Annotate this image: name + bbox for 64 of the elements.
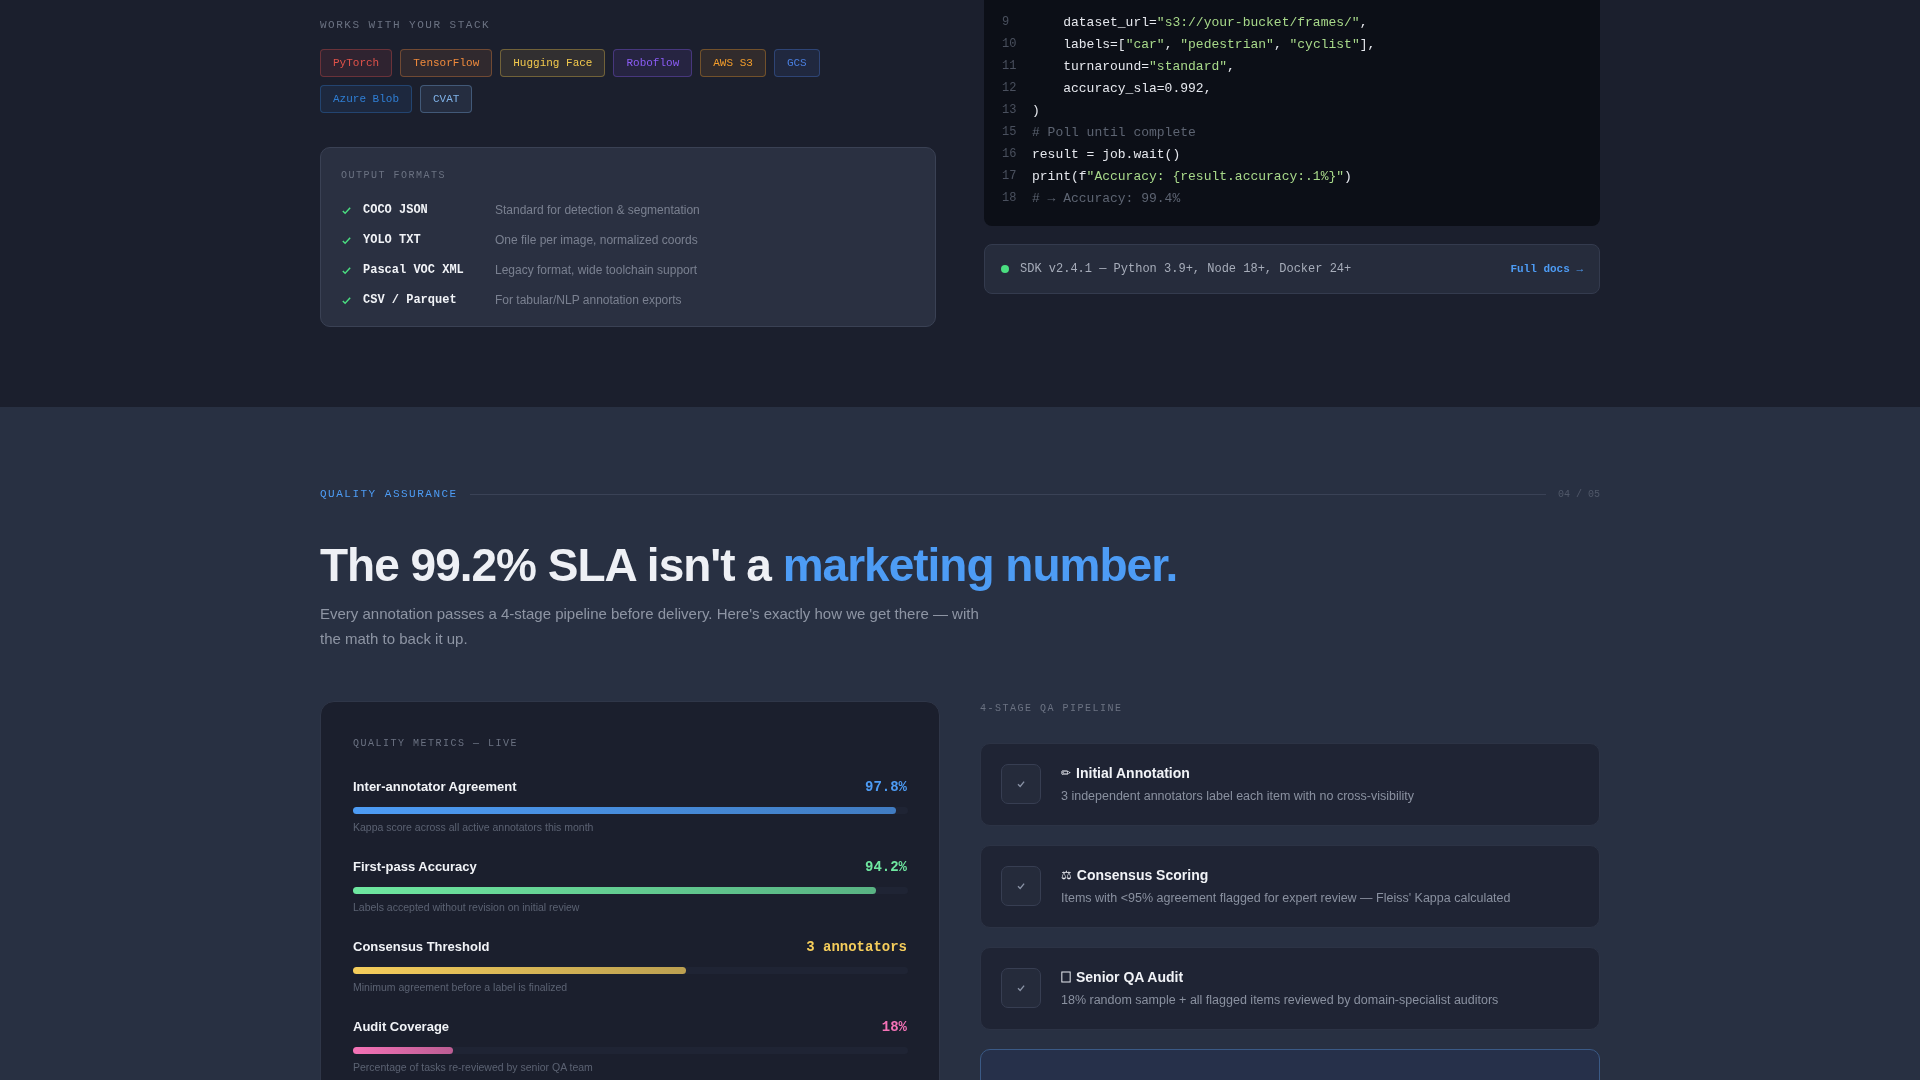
- format-description: For tabular/NLP annotation exports: [495, 293, 682, 307]
- line-number: 9: [1002, 15, 1011, 29]
- code-line: # → Accuracy: 99.4%: [1032, 190, 1181, 206]
- line-number: 11: [1002, 59, 1018, 73]
- format-description: Standard for detection & segmentation: [495, 203, 700, 217]
- metric-name: First-pass Accuracy: [353, 858, 477, 874]
- metric-value: 94.2%: [865, 858, 907, 875]
- code-line: dataset_url="s3://your-bucket/frames/",: [1062, 14, 1368, 30]
- step-title: Initial Annotation: [1076, 765, 1190, 782]
- code-line: print(f"Accuracy: {result.accuracy:.1%}"): [1032, 168, 1352, 184]
- code-line: accuracy_sla=0.992,: [1062, 80, 1212, 96]
- headline: The 99.2% SLA isn't a marketing number.: [320, 540, 1179, 591]
- metric-note: Labels accepted without revision on initial review: [353, 900, 581, 913]
- code-line: # Poll until complete: [1032, 124, 1196, 140]
- metric-name: Inter-annotator Agreement: [353, 778, 517, 794]
- code-line: turnaround="standard",: [1062, 58, 1235, 74]
- tag: Hugging Face: [500, 49, 606, 77]
- step-title: Senior QA Audit: [1076, 969, 1184, 986]
- metric-name: Audit Coverage: [353, 1018, 450, 1034]
- metric-value: 97.8%: [865, 778, 907, 795]
- tag: Azure Blob: [320, 85, 412, 113]
- line-number: 13: [1002, 103, 1018, 117]
- section-eyebrow: QUALITY ASSURANCE: [320, 488, 458, 500]
- line-number: 12: [1002, 81, 1018, 95]
- line-number: 16: [1002, 147, 1018, 161]
- intro-paragraph: Every annotation passes a 4-stage pipeline before delivery. Here's exactly how we get there — with the math to back it up.: [320, 603, 980, 649]
- metric-note: Minimum agreement before a label is finalized: [353, 980, 569, 993]
- format-name: COCO JSON: [363, 203, 429, 217]
- line-number: 15: [1002, 125, 1018, 139]
- step-description: 18% random sample + all flagged items reviewed by domain-specialist auditors: [1061, 993, 1499, 1008]
- code-line: labels=["car", "pedestrian", "cyclist"],: [1062, 36, 1376, 52]
- code-line: result = job.wait(): [1032, 146, 1181, 162]
- metric-value: 18%: [881, 1018, 907, 1035]
- metric-note: Kappa score across all active annotators this month: [353, 820, 595, 833]
- format-name: YOLO TXT: [363, 233, 422, 247]
- tag: TensorFlow: [400, 49, 493, 77]
- tag: AWS S3: [700, 49, 766, 77]
- metric-name: Consensus Threshold: [353, 938, 490, 954]
- metric-value: 3 annotators: [806, 938, 907, 955]
- square-icon: [1061, 971, 1071, 984]
- line-number: 17: [1002, 169, 1018, 183]
- format-description: One file per image, normalized coords: [495, 233, 698, 247]
- step-description: 3 independent annotators label each item with no cross-visibility: [1061, 789, 1414, 804]
- card-label: QUALITY METRICS — LIVE: [353, 737, 520, 749]
- tag: PyTorch: [320, 49, 393, 77]
- card-label: OUTPUT FORMATS: [341, 170, 447, 181]
- code-line: ): [1032, 102, 1040, 118]
- sdk-version: SDK v2.4.1 — Python 3.9+, Node 18+, Docker 24+: [1020, 262, 1353, 276]
- line-number: 18: [1002, 191, 1018, 205]
- step-title: Consensus Scoring: [1076, 867, 1209, 884]
- section-label: WORKS WITH YOUR STACK: [320, 19, 492, 31]
- format-name: Pascal VOC XML: [363, 263, 465, 277]
- tag: GCS: [773, 49, 820, 77]
- step-description: Items with <95% agreement flagged for expert review — Fleiss' Kappa calculated: [1061, 891, 1511, 906]
- tag: CVAT: [420, 85, 473, 113]
- line-number: 10: [1002, 37, 1018, 51]
- docs-link[interactable]: Full docs →: [1510, 263, 1583, 275]
- tag: Roboflow: [613, 49, 693, 77]
- step-glyph: ⚖: [1061, 868, 1072, 883]
- metric-note: Percentage of tasks re-reviewed by senior QA team: [353, 1060, 594, 1073]
- format-name: CSV / Parquet: [363, 293, 458, 307]
- step-glyph: ✏: [1061, 766, 1072, 781]
- pipeline-label: 4-STAGE QA PIPELINE: [980, 702, 1124, 714]
- format-description: Legacy format, wide toolchain support: [495, 263, 698, 277]
